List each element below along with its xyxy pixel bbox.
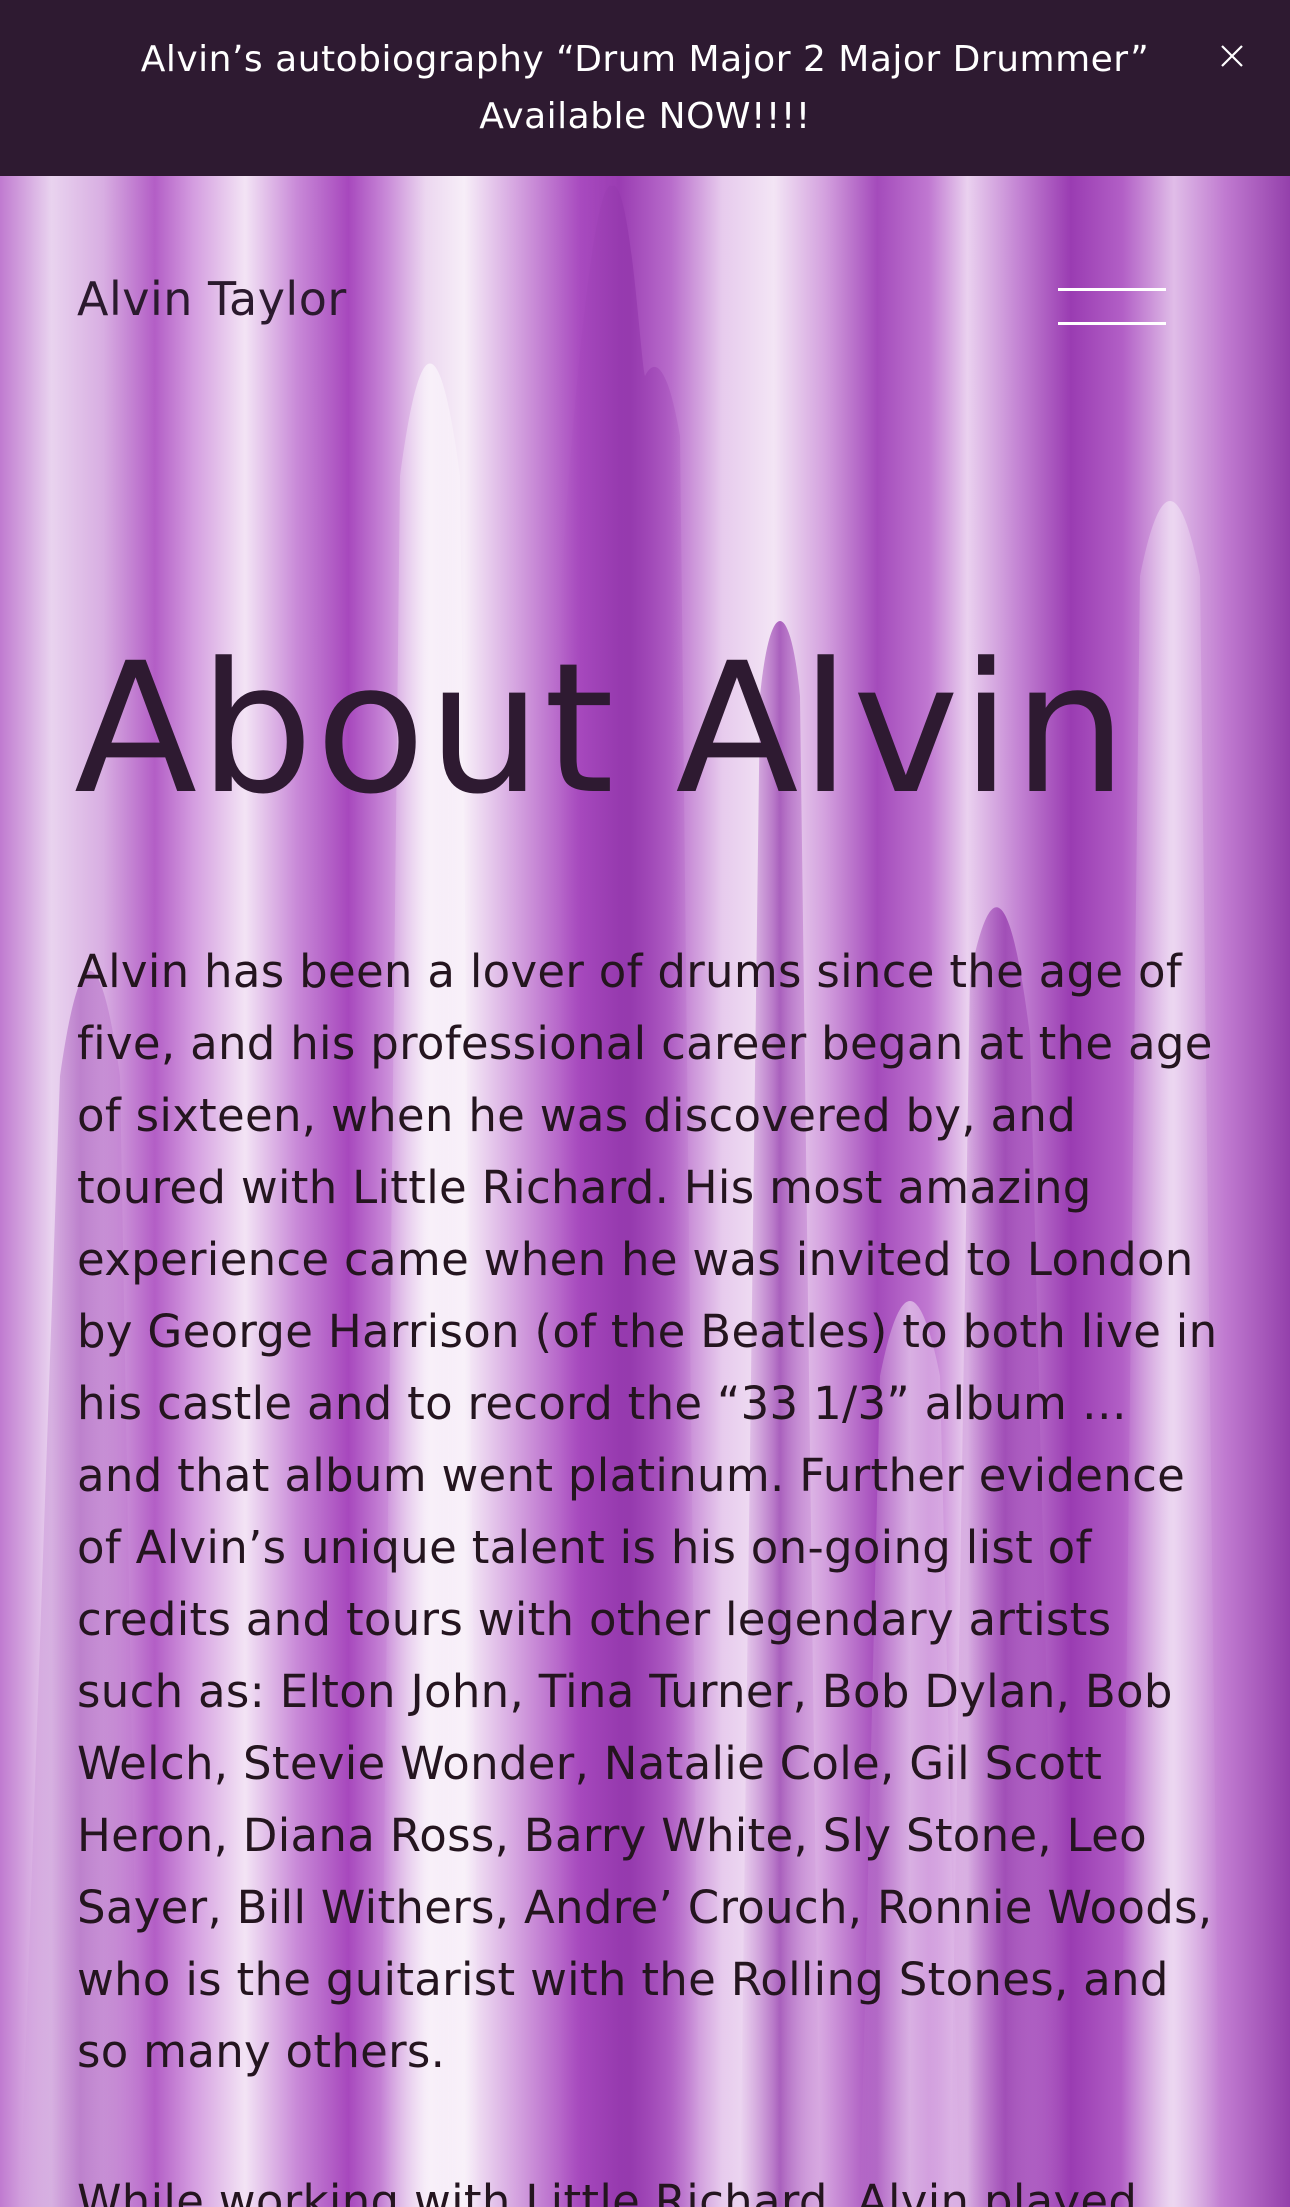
page-title: About Alvin bbox=[74, 625, 1130, 834]
bio-paragraph: While working with Little Richard, Alvin… bbox=[77, 2175, 1138, 2207]
hero-section: Alvin Taylor About Alvin Alvin has been … bbox=[0, 176, 1290, 2207]
site-title[interactable]: Alvin Taylor bbox=[77, 272, 347, 326]
page-content: Alvin Taylor About Alvin Alvin has been … bbox=[0, 176, 1290, 2207]
hamburger-menu-icon[interactable] bbox=[1058, 280, 1166, 325]
menu-line-bottom bbox=[1058, 322, 1166, 325]
menu-line-top bbox=[1058, 288, 1166, 291]
bio-paragraph: Alvin has been a lover of drums since th… bbox=[77, 945, 1218, 2078]
close-icon[interactable] bbox=[1212, 36, 1252, 76]
announcement-banner: Alvin’s autobiography “Drum Major 2 Majo… bbox=[0, 0, 1290, 176]
announcement-text: Alvin’s autobiography “Drum Major 2 Majo… bbox=[140, 39, 1150, 137]
